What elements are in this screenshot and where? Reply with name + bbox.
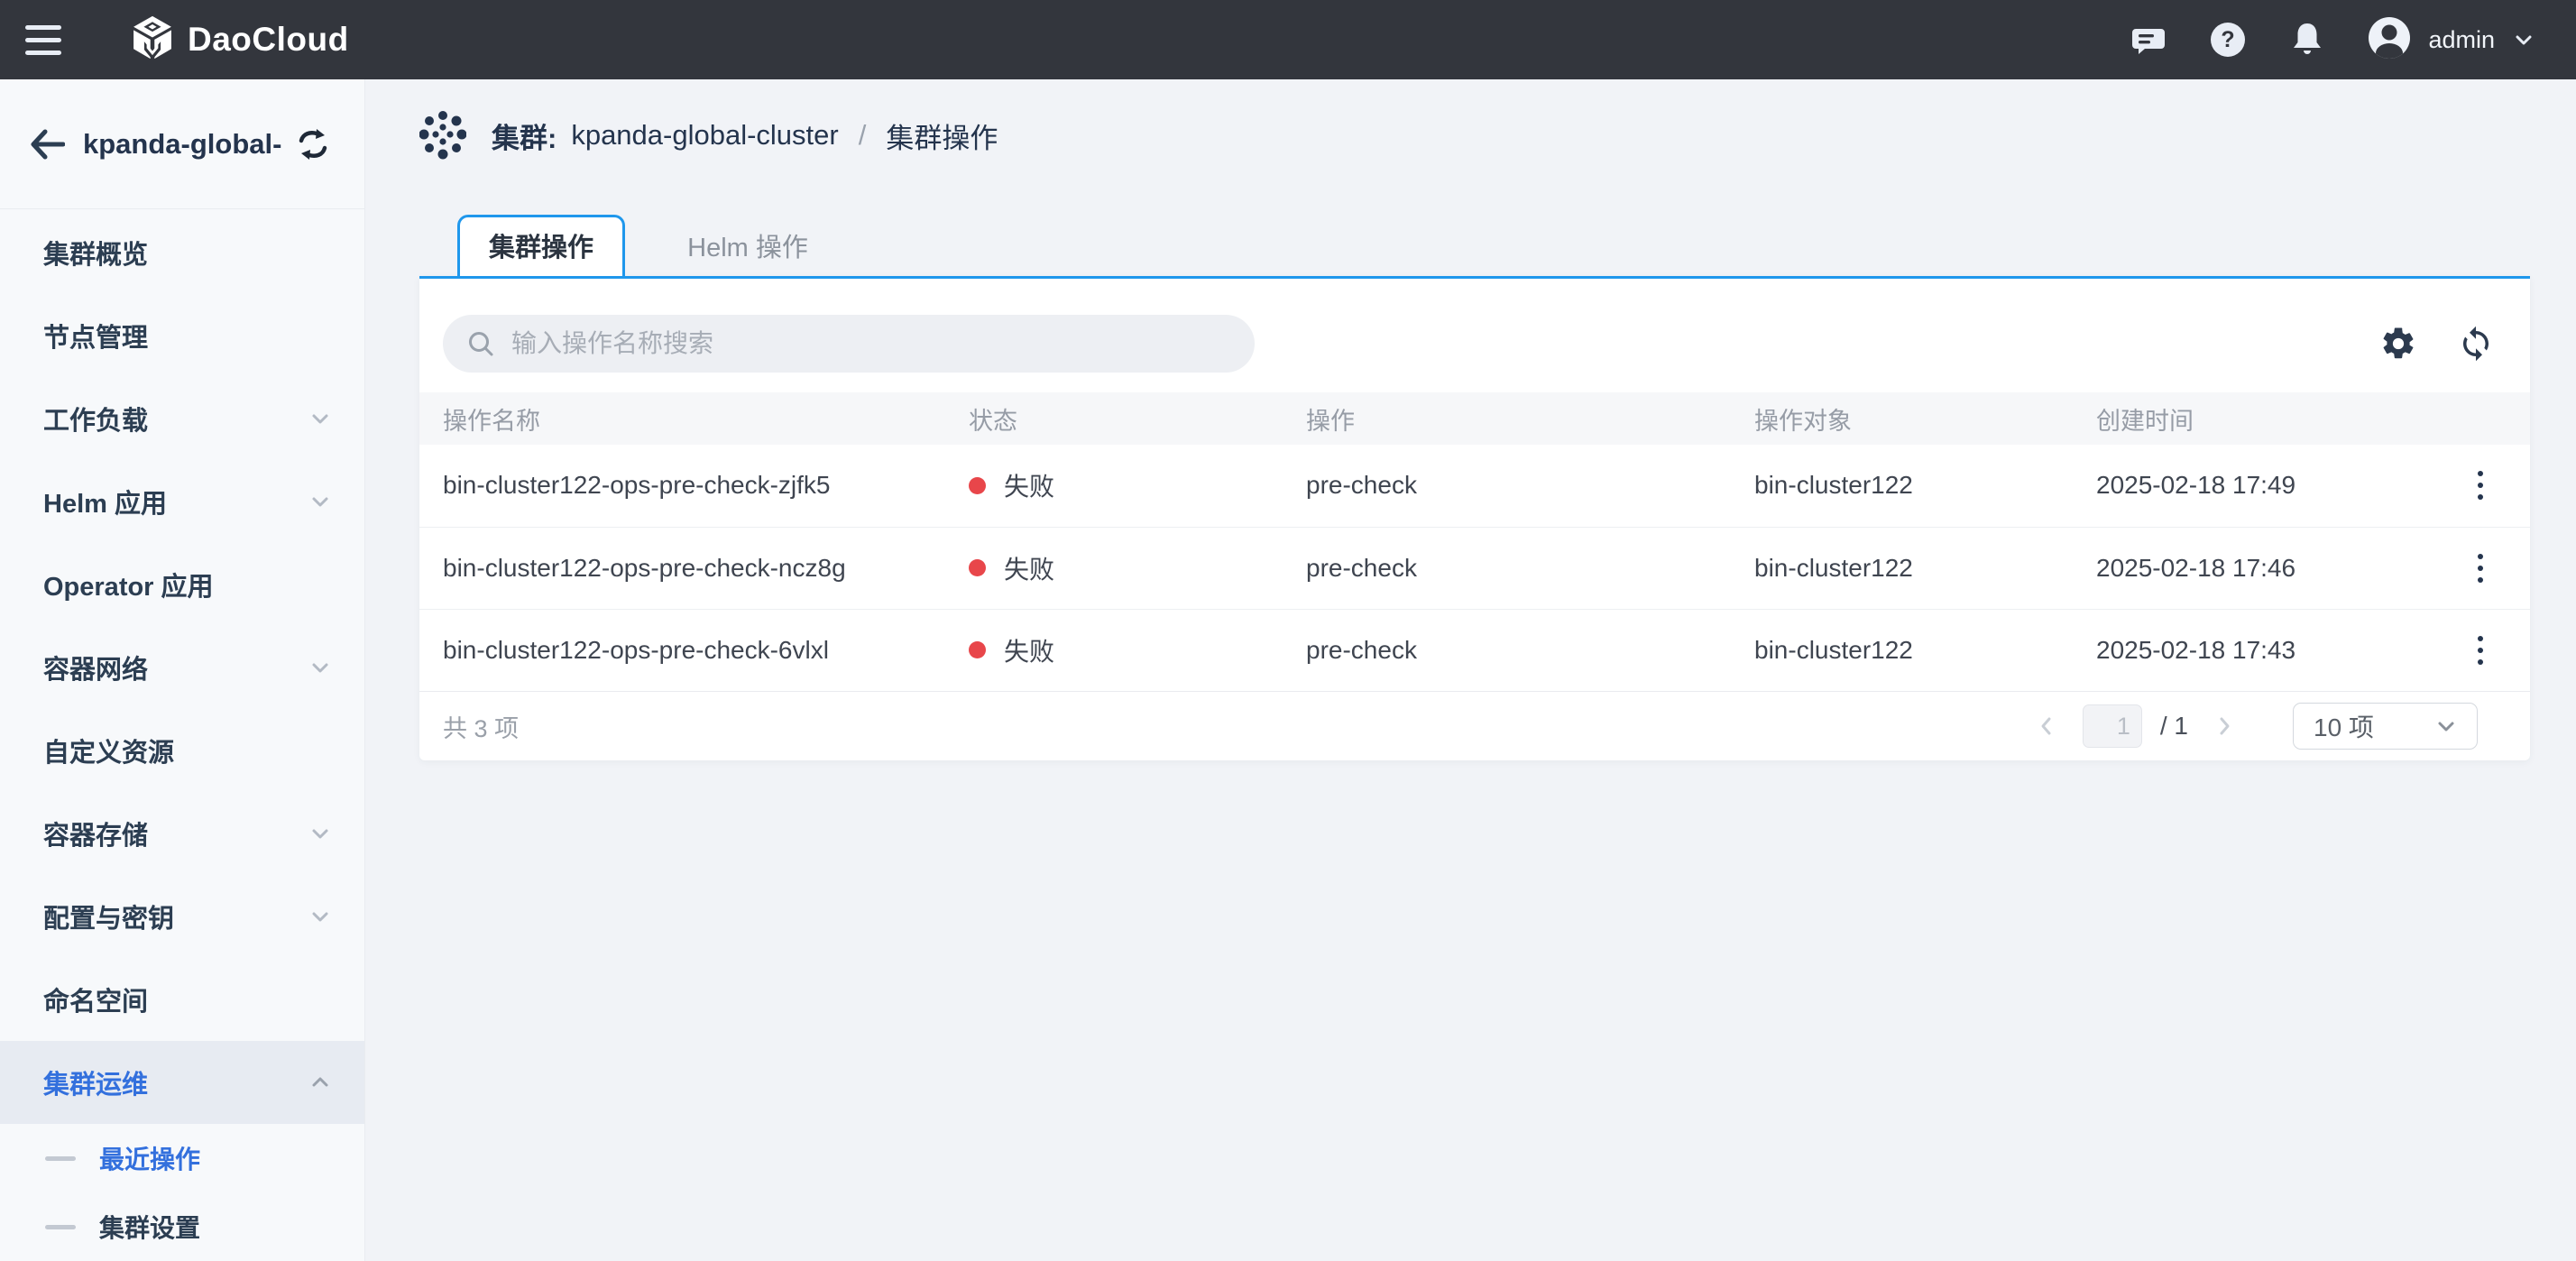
user-name: admin [2428, 26, 2495, 54]
created-time: 2025-02-18 17:43 [2087, 609, 2431, 691]
svg-text:?: ? [2222, 27, 2235, 52]
main-content: 集群: kpanda-global-cluster / 集群操作 集群操作 He… [365, 79, 2576, 1261]
search-icon [466, 329, 495, 358]
dash-icon [45, 1225, 76, 1229]
chevron-down-icon [308, 407, 332, 430]
tab-cluster-operations[interactable]: 集群操作 [457, 215, 625, 276]
table-row: bin-cluster122-ops-pre-check-zjfk5 失败 pr… [419, 445, 2530, 527]
help-icon[interactable]: ? [2208, 20, 2248, 60]
topbar: DaoCloud ? [0, 0, 2576, 79]
sidebar-item-cluster-overview[interactable]: 集群概览 [0, 211, 364, 294]
breadcrumb-prefix: 集群: [492, 115, 557, 156]
chevron-down-icon [308, 905, 332, 928]
operation-name: bin-cluster122-ops-pre-check-6vlxl [419, 609, 960, 691]
created-time: 2025-02-18 17:46 [2087, 527, 2431, 609]
sidebar-item-custom-resources[interactable]: 自定义资源 [0, 709, 364, 792]
sidebar-item-cluster-ops[interactable]: 集群运维 [0, 1041, 364, 1124]
toolbar [419, 279, 2530, 392]
col-target: 操作对象 [1745, 392, 2087, 445]
user-menu[interactable]: admin [2367, 15, 2536, 65]
chevron-down-icon [308, 822, 332, 845]
settings-icon[interactable] [2378, 324, 2418, 364]
breadcrumb-separator: / [859, 119, 867, 152]
switch-cluster-icon[interactable] [294, 125, 332, 163]
search-input[interactable] [511, 329, 1231, 358]
sidebar-menu: 集群概览 节点管理 工作负载 Helm 应用 Operator 应用 容器网络 … [0, 209, 364, 1261]
prev-page-icon[interactable] [2029, 708, 2065, 744]
chevron-up-icon [308, 1071, 332, 1094]
chevron-down-icon [2433, 713, 2459, 739]
col-operation: 操作 [1297, 392, 1745, 445]
brand[interactable]: DaoCloud [132, 15, 349, 65]
col-created: 创建时间 [2087, 392, 2431, 445]
refresh-icon[interactable] [2456, 324, 2496, 364]
dash-icon [45, 1156, 76, 1161]
col-actions [2431, 392, 2530, 445]
status-label: 失败 [1004, 550, 1054, 586]
total-count: 共 3 项 [443, 709, 519, 744]
page-size-select[interactable]: 10 项 [2293, 703, 2478, 750]
sidebar-item-container-network[interactable]: 容器网络 [0, 626, 364, 709]
table-row: bin-cluster122-ops-pre-check-ncz8g 失败 pr… [419, 527, 2530, 609]
created-time: 2025-02-18 17:49 [2087, 445, 2431, 527]
col-operation-name: 操作名称 [419, 392, 960, 445]
sidebar-item-node-management[interactable]: 节点管理 [0, 294, 364, 377]
operations-table: 操作名称 状态 操作 操作对象 创建时间 bin-cluster122-ops-… [419, 392, 2530, 691]
breadcrumb-current: 集群操作 [886, 115, 998, 156]
daocloud-logo-icon [132, 15, 173, 65]
status-dot-failed [969, 559, 986, 576]
chevron-down-icon [308, 656, 332, 679]
back-icon[interactable] [27, 124, 67, 164]
sidebar-cluster-name: kpanda-global-cl... [83, 128, 281, 161]
operations-card: 操作名称 状态 操作 操作对象 创建时间 bin-cluster122-ops-… [419, 276, 2530, 760]
tab-helm-operations[interactable]: Helm 操作 [625, 215, 870, 276]
sidebar: kpanda-global-cl... 集群概览 节点管理 工作负载 Helm … [0, 79, 365, 1261]
status-dot-failed [969, 477, 986, 494]
status-label: 失败 [1004, 467, 1054, 503]
row-actions-kebab-icon[interactable] [2459, 629, 2502, 672]
sidebar-item-namespaces[interactable]: 命名空间 [0, 958, 364, 1041]
bell-icon[interactable] [2287, 20, 2327, 60]
operation-type: pre-check [1297, 527, 1745, 609]
operation-name: bin-cluster122-ops-pre-check-ncz8g [419, 527, 960, 609]
sidebar-item-config-secrets[interactable]: 配置与密钥 [0, 875, 364, 958]
search-box[interactable] [443, 315, 1255, 373]
brand-name: DaoCloud [188, 21, 349, 59]
row-actions-kebab-icon[interactable] [2459, 547, 2502, 590]
sidebar-item-operator-apps[interactable]: Operator 应用 [0, 543, 364, 626]
operation-name: bin-cluster122-ops-pre-check-zjfk5 [419, 445, 960, 527]
operation-type: pre-check [1297, 609, 1745, 691]
breadcrumb-cluster-link[interactable]: kpanda-global-cluster [571, 119, 838, 152]
sidebar-item-helm-apps[interactable]: Helm 应用 [0, 460, 364, 543]
status-label: 失败 [1004, 632, 1054, 668]
sidebar-subitem-cluster-settings[interactable]: 集群设置 [0, 1192, 364, 1261]
operation-type: pre-check [1297, 445, 1745, 527]
menu-toggle-icon[interactable] [25, 25, 61, 55]
operation-target: bin-cluster122 [1745, 527, 2087, 609]
operation-target: bin-cluster122 [1745, 609, 2087, 691]
sidebar-item-container-storage[interactable]: 容器存储 [0, 792, 364, 875]
col-status: 状态 [960, 392, 1297, 445]
table-footer: 共 3 项 / 1 10 项 [419, 691, 2530, 760]
chevron-down-icon [308, 490, 332, 513]
pagination: / 1 10 项 [2029, 703, 2478, 750]
tabbar: 集群操作 Helm 操作 [419, 215, 2530, 276]
table-row: bin-cluster122-ops-pre-check-6vlxl 失败 pr… [419, 609, 2530, 691]
row-actions-kebab-icon[interactable] [2459, 464, 2502, 507]
avatar [2367, 15, 2412, 65]
next-page-icon[interactable] [2206, 708, 2242, 744]
page-number-input[interactable] [2083, 704, 2142, 748]
chevron-down-icon [2511, 27, 2536, 52]
page-total: / 1 [2160, 712, 2188, 741]
status-dot-failed [969, 641, 986, 658]
cluster-dots-icon [419, 110, 466, 161]
table-header-row: 操作名称 状态 操作 操作对象 创建时间 [419, 392, 2530, 445]
message-icon[interactable] [2129, 20, 2168, 60]
sidebar-item-workloads[interactable]: 工作负载 [0, 377, 364, 460]
page-size-value: 10 项 [2314, 708, 2433, 744]
sidebar-header: kpanda-global-cl... [0, 79, 364, 209]
operation-target: bin-cluster122 [1745, 445, 2087, 527]
sidebar-subitem-recent-operations[interactable]: 最近操作 [0, 1124, 364, 1192]
breadcrumb: 集群: kpanda-global-cluster / 集群操作 [419, 106, 2530, 164]
